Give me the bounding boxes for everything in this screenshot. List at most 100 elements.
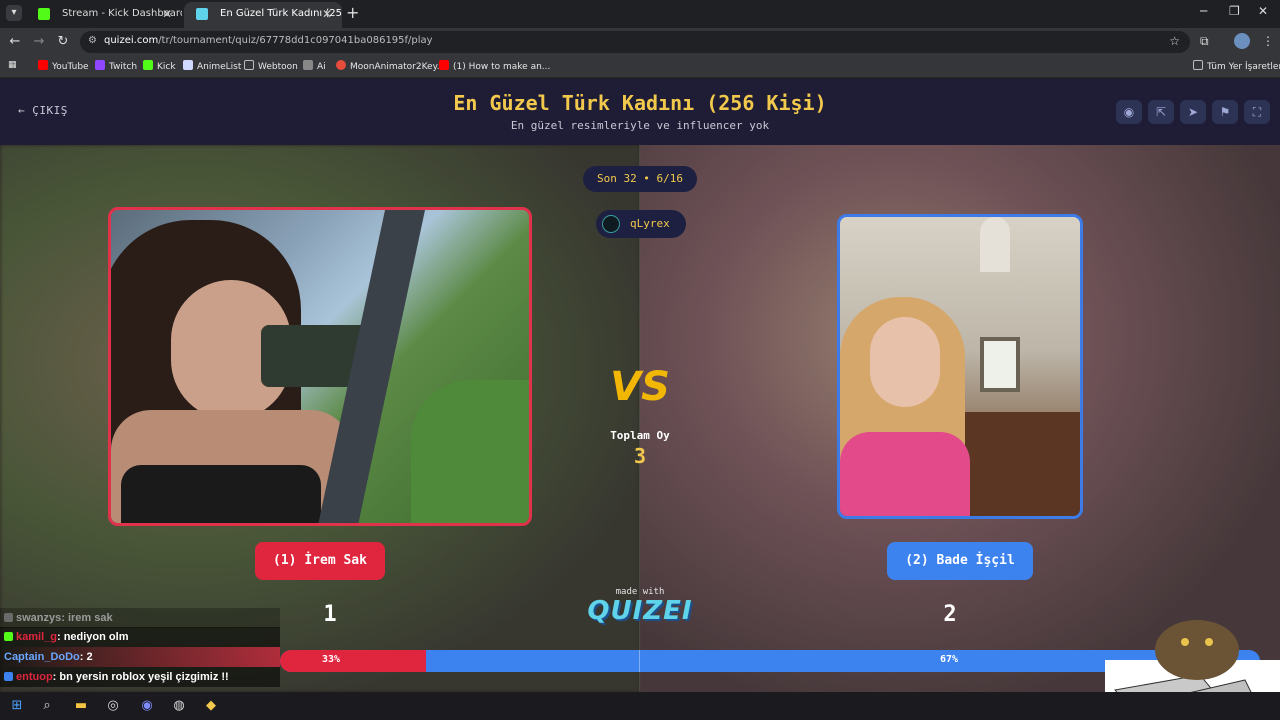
mascot-eye xyxy=(1205,638,1213,646)
back-icon[interactable]: ← xyxy=(6,33,24,51)
file-explorer-icon[interactable]: ▬ xyxy=(72,697,90,715)
chat-text: : nediyon olm xyxy=(56,631,129,643)
bookmark-ai[interactable]: Ai xyxy=(303,60,326,72)
candidate-left-votes: 1 xyxy=(323,602,337,627)
profile-avatar[interactable] xyxy=(1234,33,1250,49)
photo-dress xyxy=(840,432,970,516)
candidate-right-name-button[interactable]: (2) Bade İşçil xyxy=(887,542,1033,580)
address-bar[interactable]: ⚙ quizei.com/tr/tournament/quiz/67778dd1… xyxy=(80,31,1190,53)
extensions-icon[interactable]: ⧉ xyxy=(1200,34,1209,49)
candidate-right-card[interactable] xyxy=(837,214,1083,519)
quizei-logo: QUIZEI xyxy=(587,596,693,626)
avatar xyxy=(602,215,620,233)
mascot-body xyxy=(1155,620,1239,680)
app-icon[interactable]: ◆ xyxy=(202,697,220,715)
quiz-header: ← ÇIKIŞ En Güzel Türk Kadını (256 Kişi) … xyxy=(0,79,1280,145)
send-icon[interactable]: ➤ xyxy=(1180,100,1206,124)
quiz-title: En Güzel Türk Kadını (256 Kişi) xyxy=(453,91,827,115)
candidate-right-votes: 2 xyxy=(943,602,957,627)
photo-window xyxy=(980,337,1020,392)
chat-message: kamil_g: nediyon olm xyxy=(0,627,280,647)
progress-right-label: 67% xyxy=(939,654,959,665)
bookmark-twitch[interactable]: Twitch xyxy=(95,60,137,72)
vs-label: VS xyxy=(610,364,670,410)
progress-left-label: 33% xyxy=(321,654,341,665)
chat-user: kamil_g xyxy=(16,631,57,643)
chat-text: : irem sak xyxy=(61,612,113,624)
kick-icon xyxy=(143,60,153,70)
bookmark-webtoon[interactable]: Webtoon xyxy=(244,60,298,72)
new-tab-button[interactable]: + xyxy=(346,3,359,22)
candidate-left-card[interactable] xyxy=(108,207,532,526)
share-icon[interactable]: ⇱ xyxy=(1148,100,1174,124)
url-path: /tr/tournament/quiz/67778dd1c097041ba086… xyxy=(158,35,433,46)
username: qLyrex xyxy=(630,217,670,230)
bookmarks-bar: ▦ YouTube Twitch Kick AnimeList Webtoon … xyxy=(0,56,1280,78)
site-info-icon[interactable]: ⚙ xyxy=(88,35,97,46)
obs-icon[interactable]: ◍ xyxy=(170,697,188,715)
close-icon[interactable]: ✕ xyxy=(162,2,172,26)
badge-icon xyxy=(4,613,13,622)
bookmark-animelist[interactable]: AnimeList xyxy=(183,60,241,72)
bookmark-youtube[interactable]: YouTube xyxy=(38,60,89,72)
candidate-left-name-button[interactable]: (1) İrem Sak xyxy=(255,542,385,580)
photo-arch-window xyxy=(980,217,1010,272)
folder-icon xyxy=(244,60,254,70)
tab-kick-dashboard[interactable]: Stream - Kick Dashboard ✕ xyxy=(26,2,182,28)
apps-icon[interactable]: ▦ xyxy=(8,60,17,70)
progress-center-mark xyxy=(639,650,640,672)
flag-icon[interactable]: ⚑ xyxy=(1212,100,1238,124)
tab-quiz[interactable]: En Güzel Türk Kadını (256 Kişi) ✕ xyxy=(184,2,342,28)
close-window-icon[interactable]: ✕ xyxy=(1258,4,1268,18)
chat-message: entuop: bn yersin roblox yeşil çizgimiz … xyxy=(0,667,280,687)
chat-message: Captain_DoDo: 2 xyxy=(0,647,280,667)
fullscreen-icon[interactable]: ⛶ xyxy=(1244,100,1270,124)
browser-toolbar: ← → ↻ ⚙ quizei.com/tr/tournament/quiz/67… xyxy=(0,28,1280,56)
chat-user: swanzys xyxy=(16,612,62,624)
round-badge: Son 32 • 6/16 xyxy=(583,166,697,192)
badge-icon xyxy=(4,632,13,641)
twitch-icon xyxy=(95,60,105,70)
bookmark-how-to[interactable]: (1) How to make an... xyxy=(439,60,550,72)
forward-icon[interactable]: → xyxy=(30,33,48,51)
bookmark-moonanimator[interactable]: MoonAnimator2Key... xyxy=(336,60,445,72)
quizei-icon xyxy=(196,8,208,20)
search-icon[interactable]: ⌕ xyxy=(38,697,56,715)
reddit-icon xyxy=(336,60,346,70)
quiz-page: ← ÇIKIŞ En Güzel Türk Kadını (256 Kişi) … xyxy=(0,79,1280,692)
user-badge: qLyrex xyxy=(596,210,686,238)
photo-face xyxy=(870,317,940,407)
chrome-icon[interactable]: ◎ xyxy=(104,697,122,715)
quiz-subtitle: En güzel resimleriyle ve influencer yok xyxy=(510,119,770,132)
close-icon[interactable]: ✕ xyxy=(322,2,332,26)
kick-icon xyxy=(38,8,50,20)
eye-icon[interactable]: ◉ xyxy=(1116,100,1142,124)
os-taskbar: ⊞ ⌕ ▬ ◎ ◉ ◍ ◆ xyxy=(0,692,1280,720)
chat-user: Captain_DoDo xyxy=(4,651,80,663)
browser-tab-bar: ▾ Stream - Kick Dashboard ✕ En Güzel Tür… xyxy=(0,0,1280,28)
bookmark-kick[interactable]: Kick xyxy=(143,60,176,72)
bookmark-star-icon[interactable]: ☆ xyxy=(1169,34,1180,48)
minimize-icon[interactable]: ─ xyxy=(1200,4,1207,18)
url-domain: quizei.com xyxy=(104,35,159,46)
photo-bushes xyxy=(411,380,529,523)
youtube-icon xyxy=(439,60,449,70)
chat-text: : bn yersin roblox yeşil çizgimiz !! xyxy=(52,671,229,683)
folder-icon xyxy=(303,60,313,70)
progress-left-fill xyxy=(280,650,426,672)
photo-top xyxy=(121,465,321,523)
animelist-icon xyxy=(183,60,193,70)
mascot-eye xyxy=(1181,638,1189,646)
all-bookmarks[interactable]: Tüm Yer İşaretleri xyxy=(1193,60,1280,72)
chat-user: entuop xyxy=(16,671,53,683)
photo-bed xyxy=(960,412,1080,516)
restore-icon[interactable]: ❐ xyxy=(1229,4,1240,18)
windows-start-icon[interactable]: ⊞ xyxy=(8,697,26,715)
reload-icon[interactable]: ↻ xyxy=(54,33,72,51)
tab-search-button[interactable]: ▾ xyxy=(6,5,22,21)
total-votes-value: 3 xyxy=(633,444,647,468)
chat-message: swanzys: irem sak xyxy=(0,608,280,628)
menu-icon[interactable]: ⋮ xyxy=(1262,34,1274,48)
total-votes-label: Toplam Oy xyxy=(610,429,670,442)
discord-icon[interactable]: ◉ xyxy=(138,697,156,715)
